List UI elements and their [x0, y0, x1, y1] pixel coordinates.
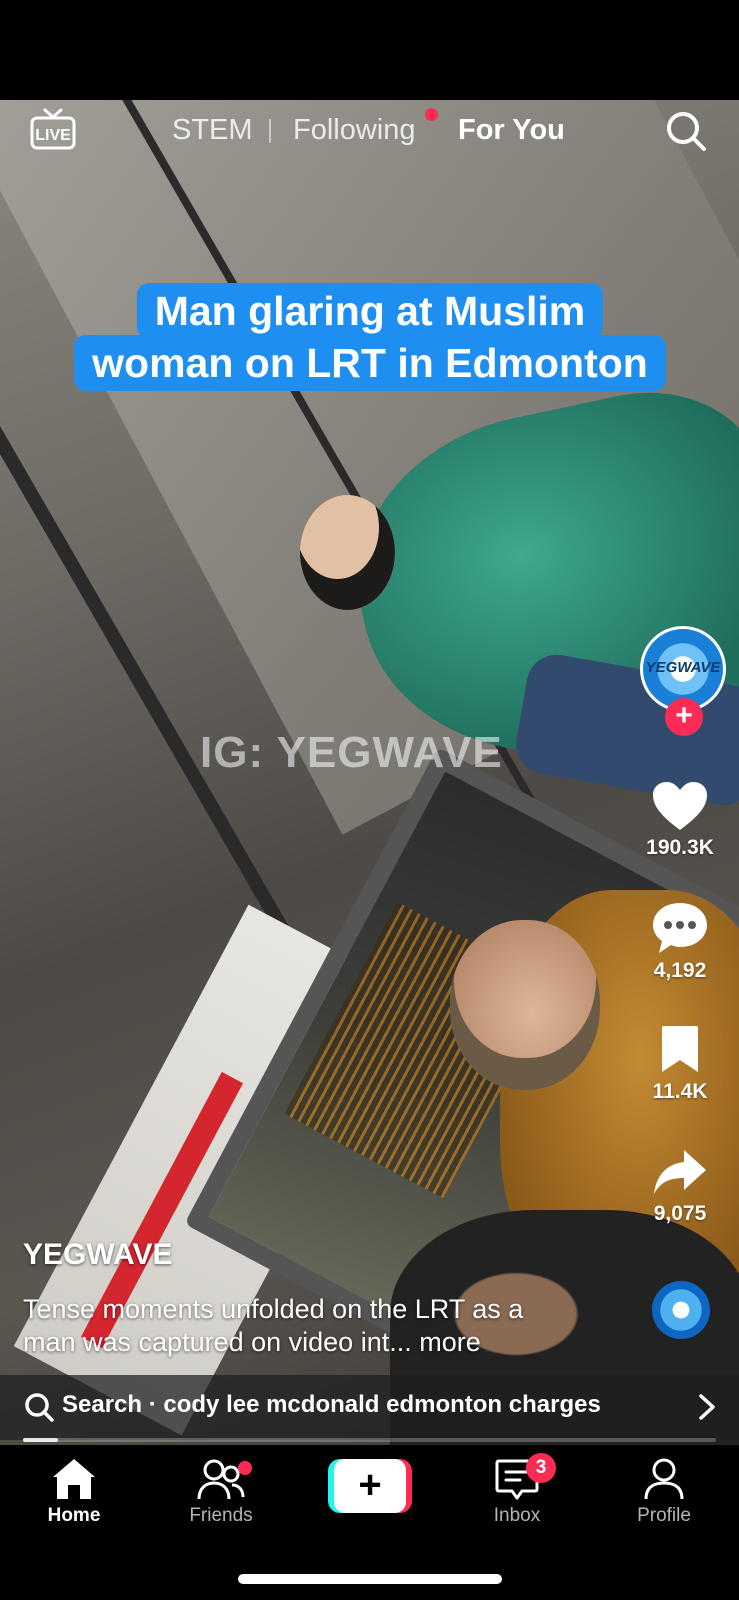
save-button[interactable]: 11.4K — [628, 1024, 732, 1104]
video-person-head — [450, 920, 600, 1090]
caption-line: woman on LRT in Edmonton — [74, 335, 666, 391]
tab-following[interactable]: Following — [293, 114, 416, 147]
related-search-text: Search · cody lee mcdonald edmonton char… — [62, 1391, 601, 1418]
tab-friends[interactable]: Friends — [166, 1457, 276, 1527]
bookmark-icon — [662, 1026, 698, 1072]
watermark: IG: YEGWAVE — [200, 728, 503, 777]
chevron-right-icon — [699, 1394, 715, 1420]
video-progress-bar[interactable] — [23, 1438, 716, 1442]
sound-disc[interactable] — [643, 1272, 719, 1348]
status-bar — [0, 0, 739, 100]
like-button[interactable]: 190.3K — [628, 780, 732, 860]
search-icon[interactable] — [664, 109, 708, 153]
tab-profile[interactable]: Profile — [609, 1457, 719, 1527]
heart-icon — [653, 782, 707, 830]
home-icon — [53, 1459, 95, 1499]
tab-inbox-label: Inbox — [493, 1505, 541, 1526]
tab-home[interactable]: Home — [19, 1457, 129, 1527]
tab-home-label: Home — [47, 1505, 101, 1526]
share-icon — [654, 1150, 706, 1194]
video-progress-fill — [23, 1438, 58, 1442]
save-count: 11.4K — [652, 1080, 708, 1103]
inbox-badge: 3 — [526, 1453, 556, 1483]
follow-button[interactable]: + — [665, 698, 703, 736]
video-description[interactable]: Tense moments unfolded on the LRT as a m… — [23, 1293, 583, 1359]
comment-icon — [653, 903, 707, 953]
comment-count: 4,192 — [653, 959, 707, 982]
tab-for-you[interactable]: For You — [458, 114, 565, 147]
create-button[interactable]: + — [328, 1459, 412, 1513]
home-indicator — [238, 1574, 502, 1584]
tab-divider — [269, 119, 271, 143]
live-icon[interactable]: LIVE — [28, 106, 78, 152]
top-nav: LIVE STEM Following For You — [0, 100, 739, 160]
live-label: LIVE — [35, 127, 71, 144]
caption-line: Man glaring at Muslim — [136, 283, 604, 339]
tab-stem[interactable]: STEM — [172, 114, 253, 147]
tab-profile-label: Profile — [637, 1505, 691, 1526]
like-count: 190.3K — [646, 836, 714, 859]
search-icon — [25, 1393, 54, 1422]
more-link[interactable]: more — [412, 1327, 481, 1357]
share-count: 9,075 — [653, 1202, 707, 1225]
video-caption: Man glaring at Muslim woman on LRT in Ed… — [60, 283, 680, 391]
share-button[interactable]: 9,075 — [628, 1146, 732, 1226]
avatar-logo-text: YEGWAVE — [645, 659, 721, 676]
following-notification-dot — [425, 108, 438, 121]
tab-inbox[interactable]: 3 Inbox — [462, 1453, 572, 1527]
comment-button[interactable]: 4,192 — [628, 901, 732, 983]
profile-icon — [644, 1458, 684, 1500]
tab-friends-label: Friends — [189, 1505, 253, 1526]
plus-icon: + — [334, 1459, 406, 1513]
friends-notification-dot — [238, 1461, 252, 1475]
creator-name[interactable]: YEGWAVE — [23, 1238, 172, 1272]
related-search-bar[interactable]: Search · cody lee mcdonald edmonton char… — [0, 1375, 739, 1440]
video-person-head — [300, 495, 395, 610]
